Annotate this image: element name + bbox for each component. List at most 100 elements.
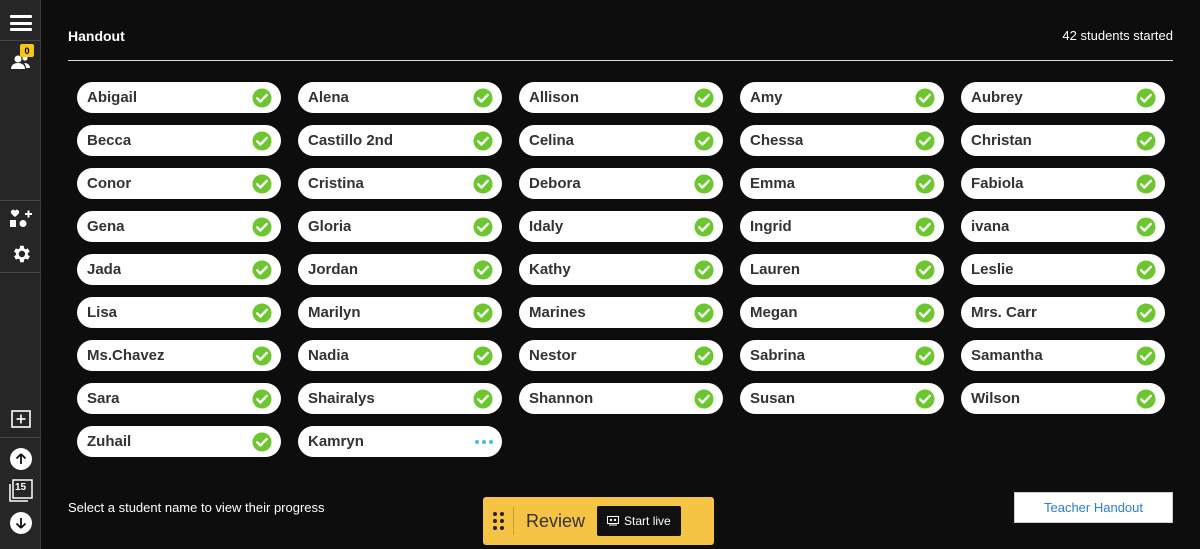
student-pill[interactable]: Jordan [298,254,502,285]
student-name: Celina [529,132,575,149]
start-live-button[interactable]: Start live [597,506,681,536]
student-pill[interactable]: Zuhail [77,426,281,457]
student-pill[interactable]: Alena [298,82,502,113]
student-name: Aubrey [971,89,1023,106]
students-badge: 0 [20,44,34,57]
check-circle-icon [915,389,935,408]
student-pill[interactable]: Sabrina [740,340,944,371]
student-pill[interactable]: Debora [519,168,723,199]
student-pill[interactable]: Megan [740,297,944,328]
student-name: Marines [529,304,586,321]
previous-slide-button[interactable] [0,446,41,472]
student-pill[interactable]: Leslie [961,254,1165,285]
add-student-slide-button[interactable] [0,203,41,235]
slides-button[interactable]: 15 [0,478,41,504]
check-circle-icon [694,346,714,365]
check-circle-icon [252,432,272,451]
check-circle-icon [915,260,935,279]
student-pill[interactable]: Amy [740,82,944,113]
menu-icon[interactable] [0,8,41,38]
check-circle-icon [252,217,272,236]
student-name: Fabiola [971,175,1024,192]
student-name: Becca [87,132,132,149]
check-circle-icon [1136,346,1156,365]
student-pill[interactable]: Nestor [519,340,723,371]
student-pill[interactable]: Fabiola [961,168,1165,199]
review-mode-label: Review [526,510,586,531]
student-name: Ingrid [750,218,792,235]
student-pill[interactable]: Lauren [740,254,944,285]
student-pill[interactable]: Jada [77,254,281,285]
student-pill[interactable]: Aubrey [961,82,1165,113]
student-pill[interactable]: Shannon [519,383,723,414]
sidebar-divider [0,40,41,41]
student-name: Lisa [87,304,118,321]
check-circle-icon [694,303,714,322]
page-title: Handout [68,28,125,44]
students-button[interactable]: 0 [0,44,41,80]
student-pill[interactable]: Samantha [961,340,1165,371]
student-pill[interactable]: Susan [740,383,944,414]
check-circle-icon [473,303,493,322]
student-name: Kamryn [308,433,364,450]
check-circle-icon [252,88,272,107]
student-pill[interactable]: Conor [77,168,281,199]
student-pill[interactable]: ivana [961,211,1165,242]
check-circle-icon [915,346,935,365]
student-pill[interactable]: Gloria [298,211,502,242]
student-pill[interactable]: Nadia [298,340,502,371]
check-circle-icon [252,389,272,408]
student-name: Alena [308,89,349,106]
student-pill[interactable]: Shairalys [298,383,502,414]
add-slide-button[interactable] [0,406,41,432]
student-pill[interactable]: Sara [77,383,281,414]
check-circle-icon [1136,303,1156,322]
student-name: Allison [529,89,580,106]
teacher-handout-button[interactable]: Teacher Handout [1014,492,1173,523]
student-pill[interactable]: Chessa [740,125,944,156]
student-pill[interactable]: Mrs. Carr [961,297,1165,328]
check-circle-icon [473,389,493,408]
student-pill[interactable]: Idaly [519,211,723,242]
student-pill[interactable]: Emma [740,168,944,199]
student-pill[interactable]: Allison [519,82,723,113]
student-name: Mrs. Carr [971,304,1037,321]
student-name: Cristina [308,175,364,192]
student-pill[interactable]: Cristina [298,168,502,199]
check-circle-icon [473,217,493,236]
check-circle-icon [694,88,714,107]
next-slide-button[interactable] [0,510,41,536]
check-circle-icon [1136,389,1156,408]
student-pill[interactable]: Ingrid [740,211,944,242]
check-circle-icon [252,346,272,365]
student-pill[interactable]: Kathy [519,254,723,285]
student-pill[interactable]: Marilyn [298,297,502,328]
student-pill[interactable]: Kamryn [298,426,502,457]
present-icon [607,516,620,526]
check-circle-icon [473,260,493,279]
student-name: Shannon [529,390,594,407]
student-pill[interactable]: Marines [519,297,723,328]
student-pill[interactable]: Ms.Chavez [77,340,281,371]
drag-handle-icon[interactable] [483,497,513,545]
student-pill[interactable]: Christan [961,125,1165,156]
check-circle-icon [252,174,272,193]
student-name: Lauren [750,261,801,278]
settings-button[interactable] [0,237,41,271]
check-circle-icon [694,174,714,193]
arrow-down-icon [15,518,26,529]
student-name: Samantha [971,347,1043,364]
student-name: Idaly [529,218,564,235]
student-pill[interactable]: Becca [77,125,281,156]
student-pill[interactable]: Celina [519,125,723,156]
start-live-label: Start live [624,514,671,528]
check-circle-icon [473,131,493,150]
check-circle-icon [694,131,714,150]
student-pill[interactable]: Lisa [77,297,281,328]
student-name: Chessa [750,132,804,149]
student-pill[interactable]: Castillo 2nd [298,125,502,156]
student-pill[interactable]: Wilson [961,383,1165,414]
check-circle-icon [473,346,493,365]
student-pill[interactable]: Gena [77,211,281,242]
student-pill[interactable]: Abigail [77,82,281,113]
